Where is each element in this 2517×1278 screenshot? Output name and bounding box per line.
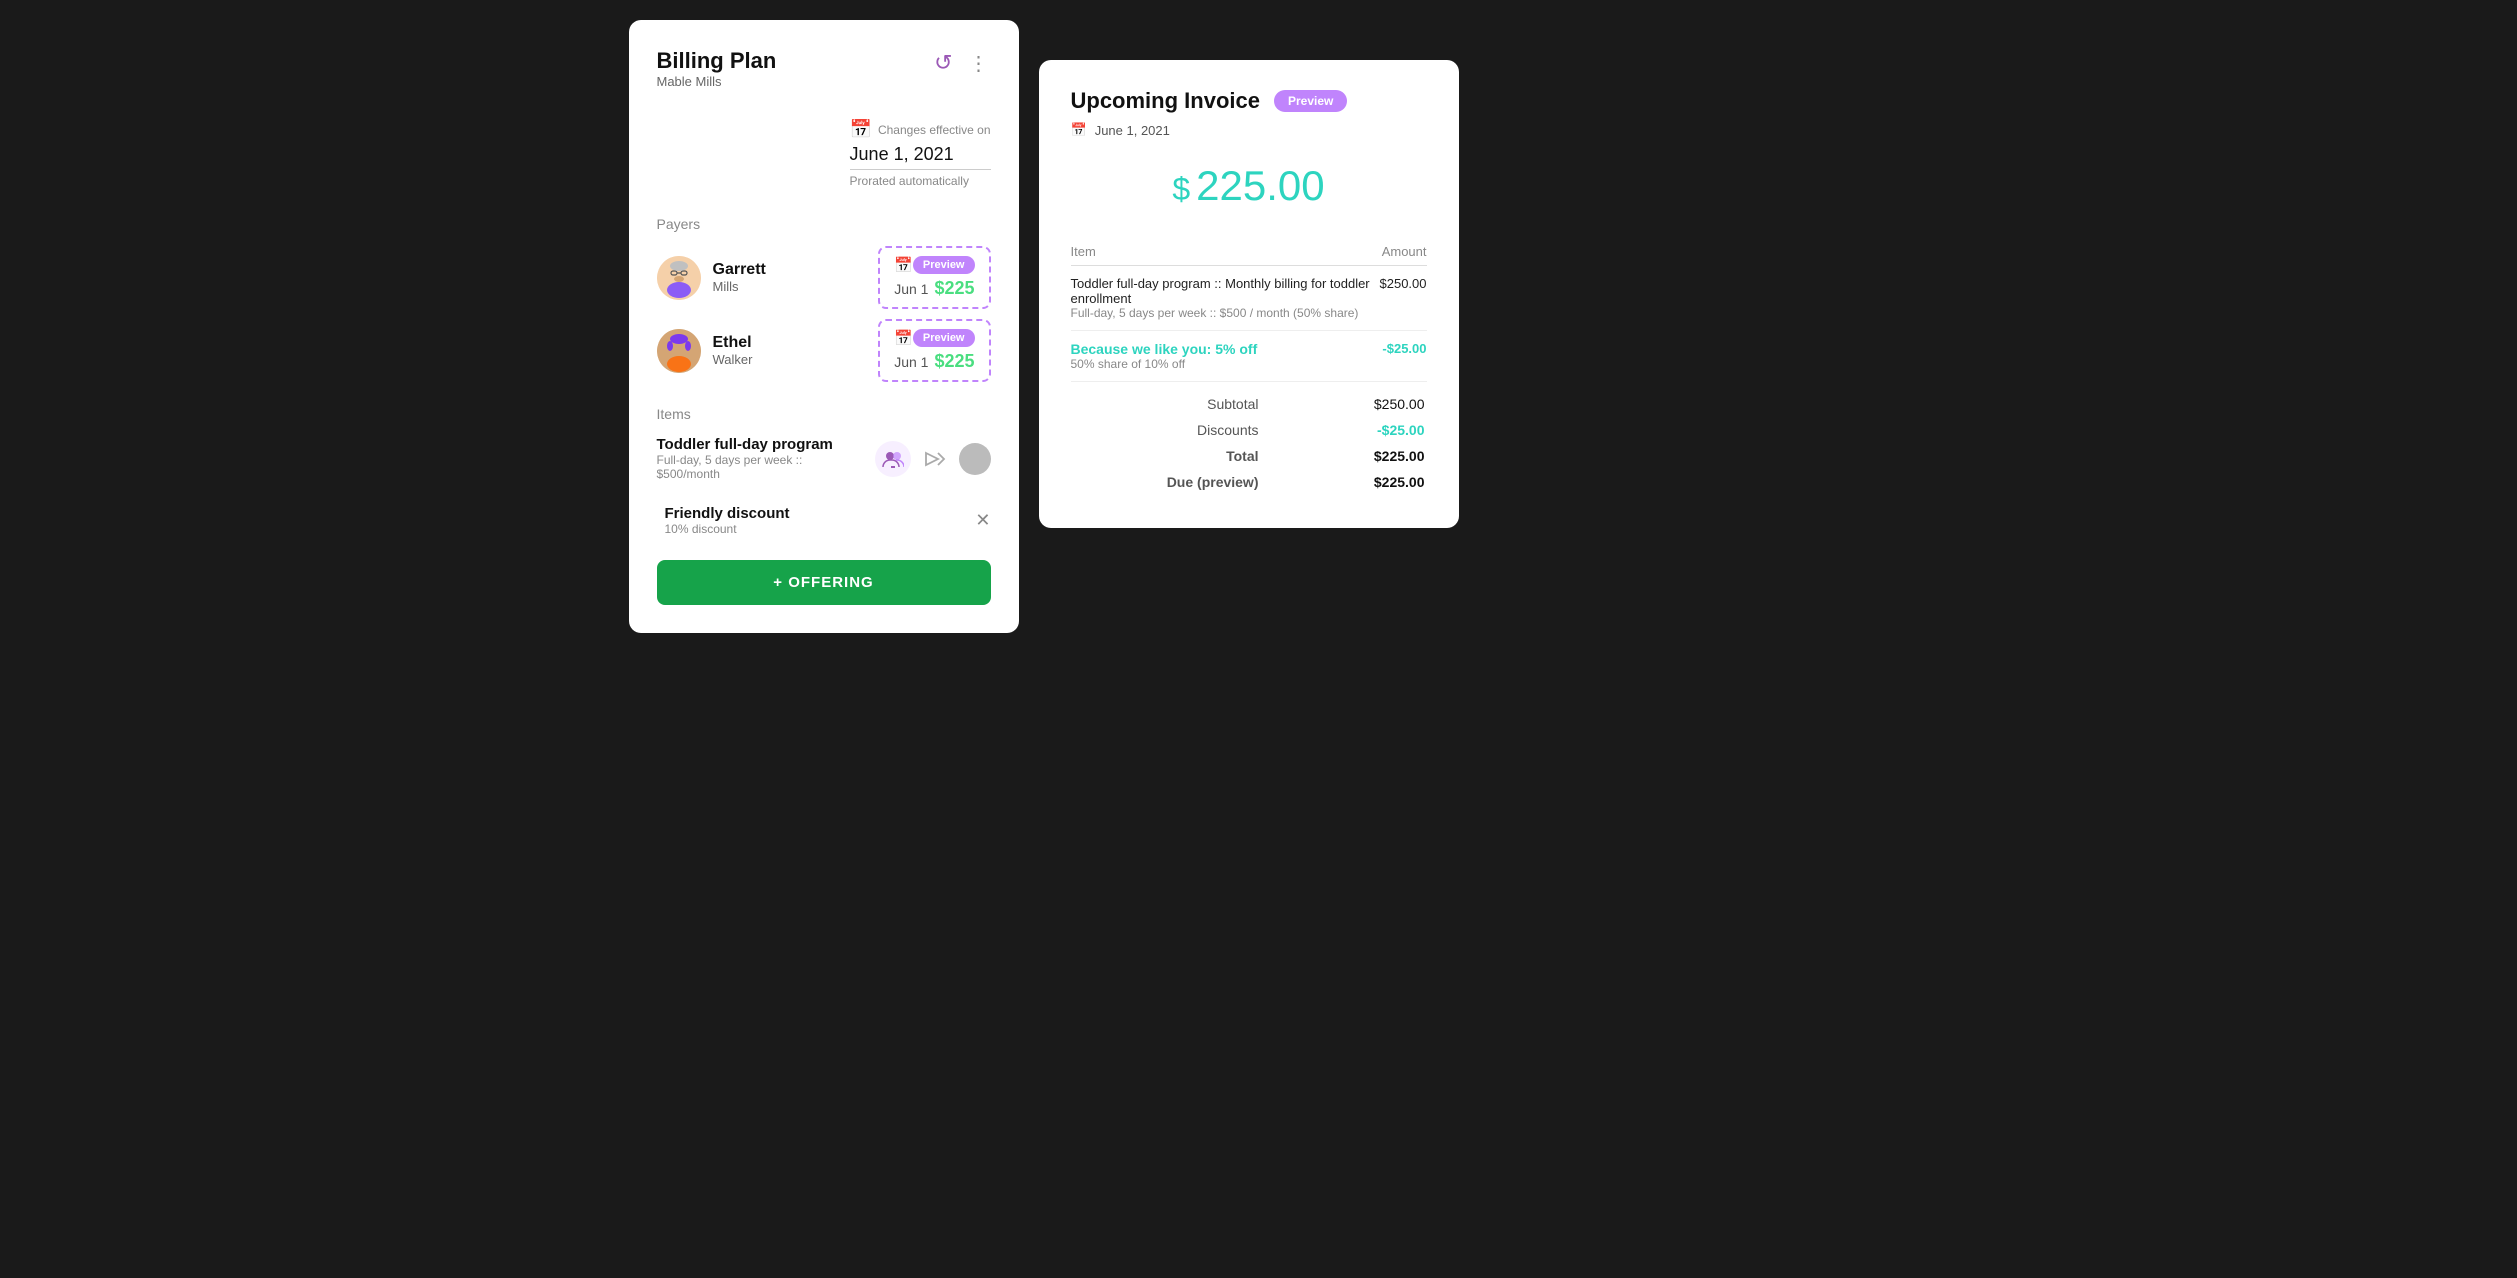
total-value: $225.00	[1285, 444, 1425, 468]
invoice-table: Item Amount Toddler full-day program :: …	[1071, 238, 1427, 382]
payer-row-ethel: Ethel Walker 📅 Preview Jun 1 $225	[657, 319, 991, 382]
line-item-1-desc: Toddler full-day program :: Monthly bill…	[1071, 266, 1380, 331]
effective-date: June 1, 2021	[850, 144, 991, 170]
line-item-2-desc: Because we like you: 5% off 50% share of…	[1071, 331, 1380, 382]
payer-date-garrett: Jun 1	[894, 281, 928, 297]
payer-name-ethel: Ethel Walker	[713, 334, 867, 367]
line-item-2-amount: -$25.00	[1380, 331, 1427, 382]
payer-date-ethel: Jun 1	[894, 354, 928, 370]
payer-calendar-icon-garrett: 📅	[894, 256, 913, 274]
discount-row: Friendly discount 10% discount ✕	[657, 497, 991, 544]
col-amount: Amount	[1380, 238, 1427, 266]
invoice-date-row: 📅 June 1, 2021	[1071, 122, 1427, 138]
prorated-label: Prorated automatically	[850, 174, 991, 188]
payer-amount-garrett: $225	[934, 278, 974, 299]
summary-table: Subtotal $250.00 Discounts -$25.00 Total…	[1071, 390, 1427, 496]
total-label: Total	[1073, 444, 1283, 468]
dot-action-button[interactable]	[959, 443, 991, 475]
payers-list: Garrett Mills 📅 Preview Jun 1 $225	[657, 246, 991, 382]
payer-row-garrett: Garrett Mills 📅 Preview Jun 1 $225	[657, 246, 991, 309]
avatar-ethel	[657, 329, 701, 373]
add-offering-button[interactable]: + OFFERING	[657, 560, 991, 605]
item-title: Toddler full-day program	[657, 436, 865, 453]
payer-name-garrett: Garrett Mills	[713, 261, 867, 294]
payers-section-title: Payers	[657, 216, 991, 232]
arrow-action-button[interactable]	[917, 441, 953, 477]
invoice-preview-badge: Preview	[1274, 90, 1347, 112]
line-item-1-amount: $250.00	[1380, 266, 1427, 331]
date-section: 📅 Changes effective on June 1, 2021 Pror…	[657, 119, 991, 188]
item-row: Toddler full-day program Full-day, 5 day…	[657, 436, 991, 481]
invoice-calendar-icon: 📅	[1071, 122, 1087, 138]
refresh-button[interactable]: ↺	[932, 48, 954, 78]
invoice-line-item-1: Toddler full-day program :: Monthly bill…	[1071, 266, 1427, 331]
discount-info: Friendly discount 10% discount	[657, 505, 976, 536]
users-action-button[interactable]	[875, 441, 911, 477]
discount-title: Friendly discount	[665, 505, 976, 522]
summary-total-row: Total $225.00	[1073, 444, 1425, 468]
changes-label: 📅 Changes effective on	[850, 119, 991, 140]
subtotal-label: Subtotal	[1073, 392, 1283, 416]
payer-calendar-icon-ethel: 📅	[894, 329, 913, 347]
calendar-icon: 📅	[850, 119, 872, 140]
payer-invoice-box-ethel[interactable]: 📅 Preview Jun 1 $225	[878, 319, 990, 382]
invoice-total: $225.00	[1071, 162, 1427, 210]
invoice-total-amount: 225.00	[1196, 162, 1324, 209]
billing-title-block: Billing Plan Mable Mills	[657, 48, 777, 113]
col-item: Item	[1071, 238, 1380, 266]
items-section-title: Items	[657, 406, 991, 422]
date-block: 📅 Changes effective on June 1, 2021 Pror…	[850, 119, 991, 188]
summary-discounts-row: Discounts -$25.00	[1073, 418, 1425, 442]
due-label: Due (preview)	[1073, 470, 1283, 494]
avatar-garrett	[657, 256, 701, 300]
payer-amount-ethel: $225	[934, 351, 974, 372]
billing-subtitle: Mable Mills	[657, 74, 777, 89]
subtotal-value: $250.00	[1285, 392, 1425, 416]
preview-badge-ethel[interactable]: Preview	[913, 329, 975, 347]
discount-detail: 10% discount	[665, 522, 976, 536]
more-options-button[interactable]: ⋮	[967, 49, 991, 78]
remove-discount-button[interactable]: ✕	[975, 510, 990, 531]
item-detail: Full-day, 5 days per week :: $500/month	[657, 453, 865, 481]
discounts-label: Discounts	[1073, 418, 1283, 442]
item-actions	[875, 441, 991, 477]
payer-invoice-box-garrett[interactable]: 📅 Preview Jun 1 $225	[878, 246, 990, 309]
item-info: Toddler full-day program Full-day, 5 day…	[657, 436, 865, 481]
discounts-value: -$25.00	[1285, 418, 1425, 442]
summary-subtotal-row: Subtotal $250.00	[1073, 392, 1425, 416]
due-value: $225.00	[1285, 470, 1425, 494]
billing-panel: Billing Plan Mable Mills ↺ ⋮ 📅 Changes e…	[629, 20, 1019, 633]
preview-badge-garrett[interactable]: Preview	[913, 256, 975, 274]
invoice-date: June 1, 2021	[1095, 123, 1170, 138]
header-icons: ↺ ⋮	[932, 48, 990, 78]
billing-header: Billing Plan Mable Mills ↺ ⋮	[657, 48, 991, 113]
items-section: Items Toddler full-day program Full-day,…	[657, 406, 991, 544]
invoice-header: Upcoming Invoice Preview	[1071, 88, 1427, 114]
invoice-panel: Upcoming Invoice Preview 📅 June 1, 2021 …	[1039, 60, 1459, 528]
invoice-dollar-sign: $	[1172, 171, 1190, 207]
billing-title: Billing Plan	[657, 48, 777, 74]
summary-due-row: Due (preview) $225.00	[1073, 470, 1425, 494]
invoice-title: Upcoming Invoice	[1071, 88, 1260, 114]
invoice-line-item-2: Because we like you: 5% off 50% share of…	[1071, 331, 1427, 382]
